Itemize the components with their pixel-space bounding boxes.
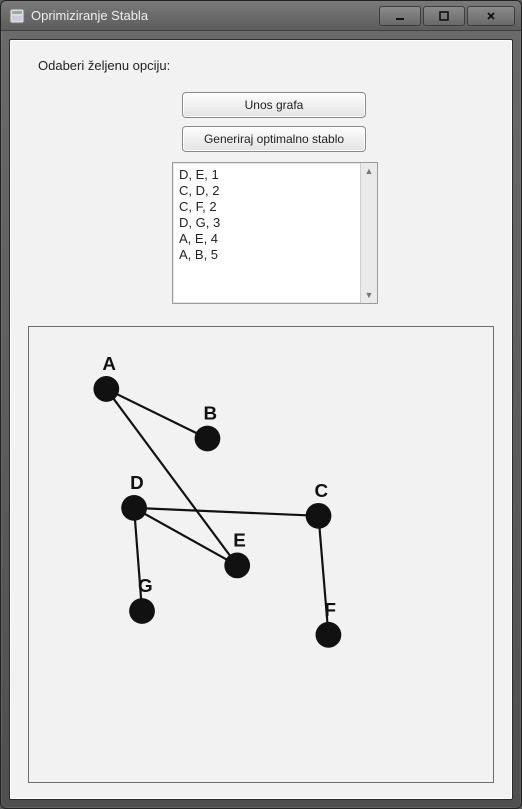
list-item[interactable]: D, E, 1: [179, 167, 371, 183]
list-item[interactable]: C, F, 2: [179, 199, 371, 215]
graph-node: [93, 376, 119, 402]
graph-node-label: E: [233, 530, 246, 551]
graph-edge: [134, 508, 318, 516]
graph-node: [306, 503, 332, 529]
graph-node: [121, 495, 147, 521]
titlebar[interactable]: Oprimiziranje Stabla: [1, 1, 521, 31]
minimize-button[interactable]: [379, 6, 421, 26]
generate-tree-button[interactable]: Generiraj optimalno stablo: [182, 126, 366, 152]
graph-node: [224, 553, 250, 579]
list-item[interactable]: D, G, 3: [179, 215, 371, 231]
graph-edge: [106, 389, 237, 565]
graph-node-label: C: [315, 480, 329, 501]
graph-node-label: D: [130, 472, 144, 493]
graph-node: [129, 598, 155, 624]
list-item[interactable]: A, E, 4: [179, 231, 371, 247]
input-graph-button[interactable]: Unos grafa: [182, 92, 366, 118]
maximize-button[interactable]: [423, 6, 465, 26]
scroll-down-icon[interactable]: ▼: [362, 287, 377, 303]
list-item[interactable]: C, D, 2: [179, 183, 371, 199]
button-label: Unos grafa: [245, 98, 304, 112]
window-controls: [379, 6, 515, 26]
prompt-label: Odaberi željenu opciju:: [38, 58, 170, 73]
edges-listbox[interactable]: D, E, 1C, D, 2C, F, 2D, G, 3A, E, 4A, B,…: [172, 162, 378, 304]
window-title: Oprimiziranje Stabla: [31, 8, 379, 23]
listbox-scrollbar[interactable]: ▲ ▼: [360, 163, 377, 303]
close-button[interactable]: [467, 6, 515, 26]
graph-node-label: B: [203, 403, 217, 424]
graph-svg: A B C D E F G: [29, 327, 493, 782]
graph-node-label: F: [324, 599, 336, 620]
graph-node-label: G: [138, 575, 153, 596]
graph-node: [316, 622, 342, 648]
edges-list-rows: D, E, 1C, D, 2C, F, 2D, G, 3A, E, 4A, B,…: [179, 167, 371, 263]
graph-node: [195, 426, 221, 452]
client-area: Odaberi željenu opciju: Unos grafa Gener…: [9, 39, 513, 800]
graph-node-label: A: [102, 353, 116, 374]
app-icon: [9, 8, 25, 24]
button-label: Generiraj optimalno stablo: [204, 132, 344, 146]
graph-edge: [134, 508, 237, 566]
scroll-up-icon[interactable]: ▲: [362, 163, 377, 179]
app-window: Oprimiziranje Stabla Odaberi željenu opc…: [0, 0, 522, 809]
list-item[interactable]: A, B, 5: [179, 247, 371, 263]
graph-edge: [106, 389, 207, 439]
graph-canvas: A B C D E F G: [28, 326, 494, 783]
